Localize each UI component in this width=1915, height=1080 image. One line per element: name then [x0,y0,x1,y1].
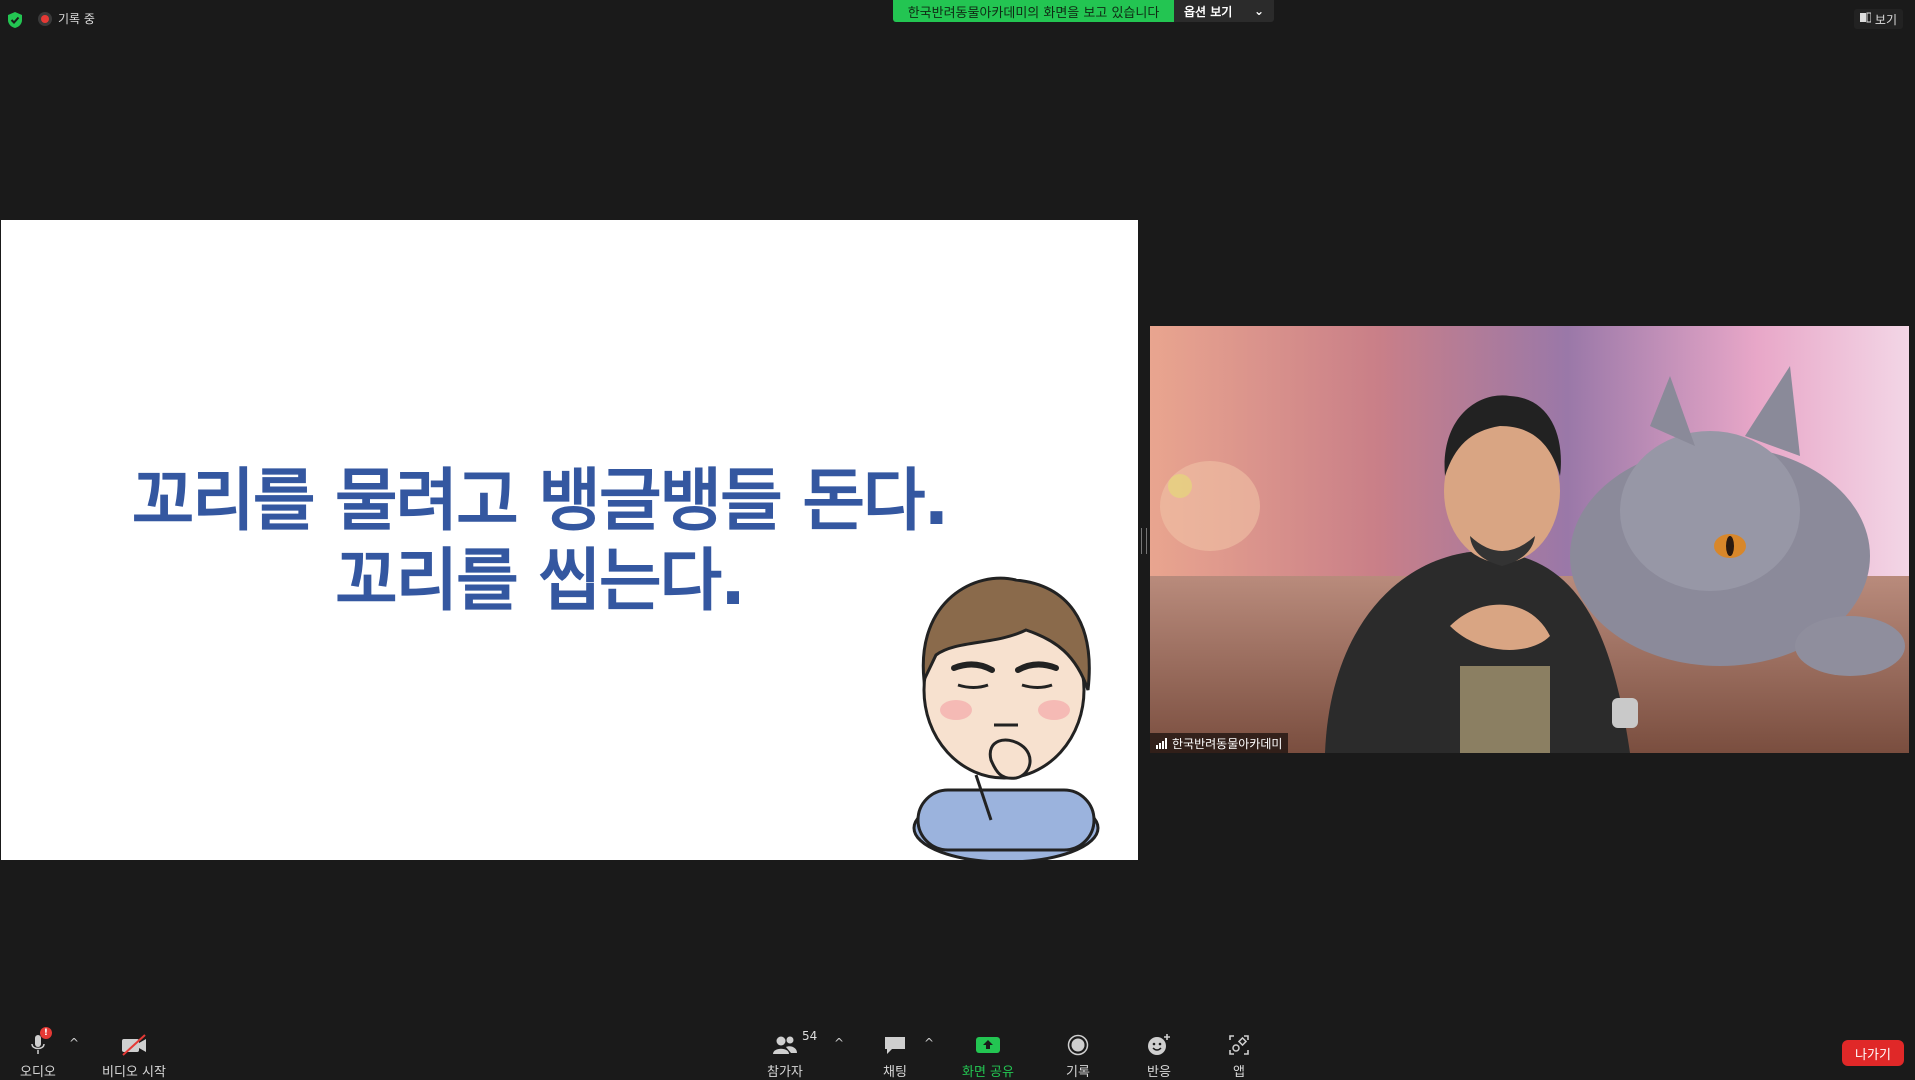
shared-screen: 꼬리를 물려고 뱅글뱅들 돈다. 꼬리를 씹는다. [1,220,1138,860]
view-icon [1859,12,1872,26]
audio-label: 오디오 [20,1065,56,1080]
recording-indicator[interactable]: 기록 중 [38,10,95,27]
reaction-icon [1146,1031,1172,1059]
record-icon [1067,1031,1089,1059]
chat-icon [883,1031,907,1059]
thinking-man-illustration [912,576,1100,860]
participants-count: 54 [801,1029,818,1043]
chat-button[interactable]: 채팅 [883,1031,907,1080]
apps-icon [1228,1031,1250,1059]
microphone-icon: ! [30,1027,52,1059]
view-button[interactable]: 보기 [1853,9,1903,29]
view-label: 보기 [1874,12,1897,27]
leave-button[interactable]: 나가기 [1842,1040,1904,1066]
chevron-down-icon: ⌄ [1253,4,1264,18]
share-banner: 한국반려동물아카데미의 화면을 보고 있습니다 [893,0,1174,22]
panel-splitter-handle[interactable] [1141,528,1147,554]
recording-icon [38,11,52,26]
start-video-button[interactable]: 비디오 시작 [102,1031,166,1080]
record-label: 기록 [1066,1065,1090,1080]
share-label: 화면 공유 [962,1065,1014,1080]
security-shield-icon[interactable] [6,11,24,29]
participants-button[interactable]: 54 참가자 [767,1029,817,1080]
participant-video[interactable] [1150,326,1909,753]
chat-options-caret[interactable]: ^ [924,1036,934,1050]
apps-button[interactable]: 앱 [1228,1031,1250,1080]
reactions-button[interactable]: 반응 [1146,1031,1172,1080]
video-label: 비디오 시작 [102,1065,166,1080]
view-options-button[interactable]: 옵션 보기 ⌄ [1174,0,1274,22]
reactions-label: 반응 [1147,1065,1171,1080]
participants-label: 참가자 [767,1065,803,1080]
chat-label: 채팅 [883,1065,907,1080]
participant-name-tag: 한국반려동물아카데미 [1150,733,1289,753]
audio-alert-badge: ! [39,1027,52,1039]
record-button[interactable]: 기록 [1066,1031,1090,1080]
recording-label: 기록 중 [58,12,95,26]
signal-icon [1156,737,1167,749]
participants-icon: 54 [772,1029,817,1059]
participants-options-caret[interactable]: ^ [834,1036,844,1050]
participant-name: 한국반려동물아카데미 [1172,736,1283,751]
share-screen-button[interactable]: 화면 공유 [962,1031,1014,1080]
audio-options-caret[interactable]: ^ [69,1036,79,1050]
audio-button[interactable]: ! 오디오 [20,1027,56,1080]
video-off-icon [120,1031,148,1059]
apps-label: 앱 [1233,1065,1245,1080]
view-options-label: 옵션 보기 [1184,4,1233,19]
share-screen-icon [975,1031,1001,1059]
